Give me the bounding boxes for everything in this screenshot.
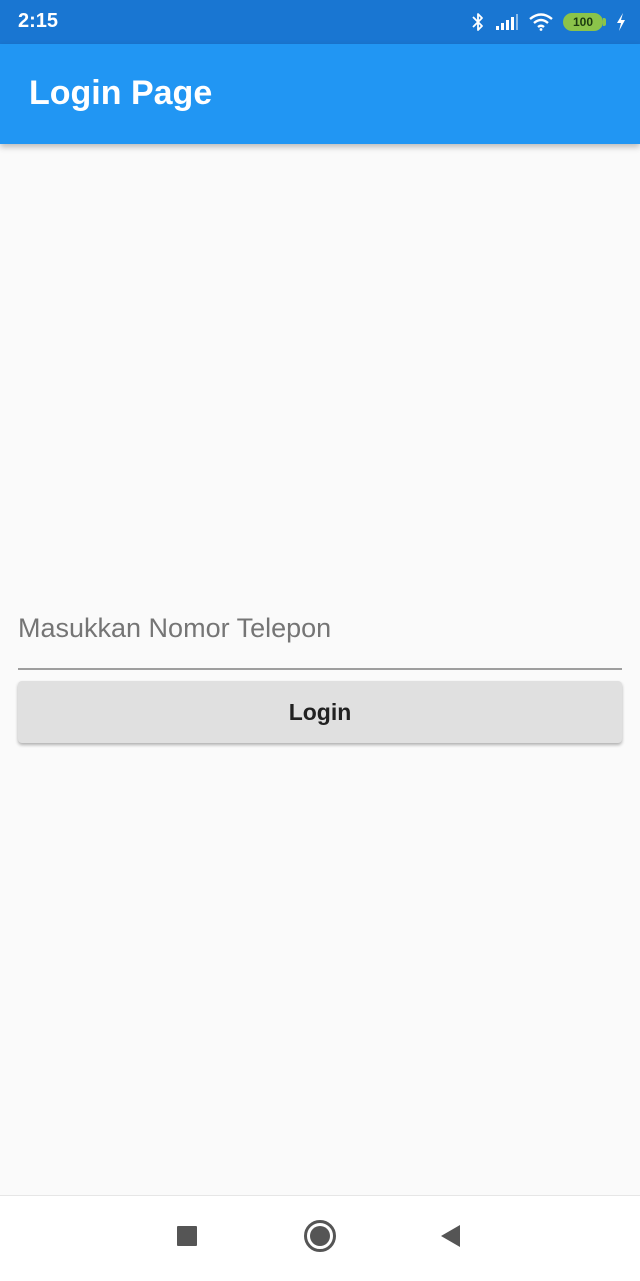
- wifi-icon: [529, 13, 553, 31]
- back-button[interactable]: [428, 1216, 472, 1260]
- status-icons: 100: [471, 10, 626, 34]
- home-icon: [303, 1219, 337, 1258]
- recents-icon: [176, 1225, 198, 1252]
- login-button[interactable]: Login: [18, 681, 622, 743]
- phone-field[interactable]: [18, 598, 622, 670]
- nav-bar: [0, 1195, 640, 1281]
- phone-input[interactable]: [18, 598, 622, 658]
- back-icon: [439, 1224, 461, 1253]
- battery-tip: [603, 18, 606, 26]
- recents-button[interactable]: [165, 1216, 209, 1260]
- home-button[interactable]: [298, 1216, 342, 1260]
- charging-icon: [616, 13, 626, 31]
- bluetooth-icon: [471, 12, 485, 32]
- status-bar: 2:15 100: [0, 0, 640, 44]
- battery-icon: 100: [563, 13, 606, 31]
- battery-level: 100: [572, 15, 594, 29]
- status-time: 2:15: [18, 10, 59, 32]
- app-bar: Login Page: [0, 44, 640, 144]
- battery-body: 100: [563, 13, 603, 31]
- page-title: Login Page: [29, 74, 213, 112]
- login-button-label: Login: [288, 698, 352, 725]
- signal-icon: [495, 13, 519, 31]
